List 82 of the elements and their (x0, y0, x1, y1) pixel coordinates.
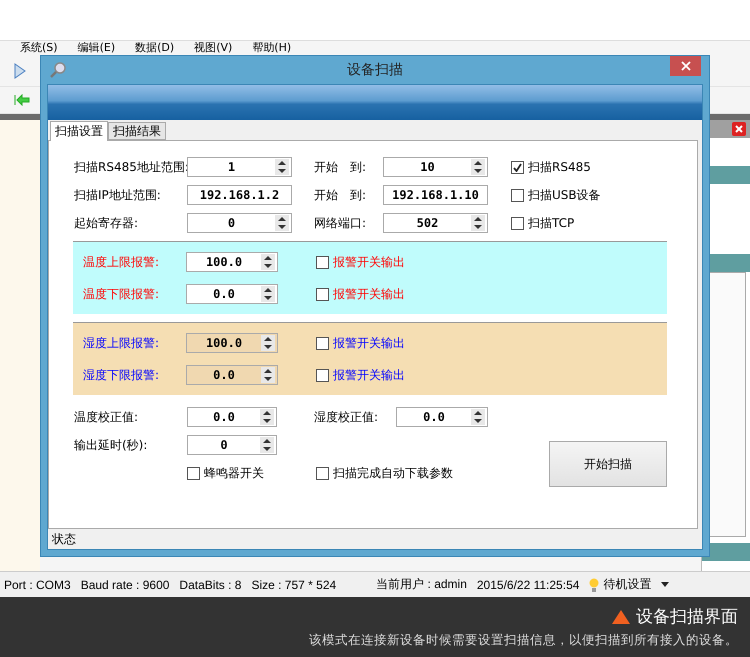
caret-icon[interactable] (661, 582, 670, 587)
mode-dropdown[interactable]: 待机设置 (603, 576, 652, 593)
spinner-arrows-icon[interactable] (471, 409, 485, 425)
spinner-arrows-icon[interactable] (260, 409, 274, 425)
menu-item[interactable]: 数据(D) (135, 41, 174, 54)
checkbox[interactable] (511, 216, 524, 230)
spin-field[interactable]: 0 (187, 435, 277, 455)
checkbox-option[interactable]: 报警开关输出 (316, 334, 405, 352)
field-label: 温度校正值: (74, 408, 140, 426)
field-label: 网络端口: (314, 214, 368, 232)
triangle-icon (612, 610, 630, 624)
spinner-arrows-icon[interactable] (261, 286, 275, 302)
caption-title: 设备扫描界面 (636, 606, 738, 628)
field-label: 湿度校正值: (314, 408, 380, 426)
field-label: 开始 到: (314, 158, 368, 176)
status-text: Size : 757 * 524 (251, 578, 336, 592)
spinner-arrows-icon[interactable] (261, 367, 275, 383)
checkbox-option[interactable]: 蜂鸣器开关 (187, 464, 316, 482)
start-scan-button[interactable]: 开始扫描 (549, 441, 667, 487)
spin-field[interactable]: 0.0 (187, 407, 277, 427)
field-label: 湿度下限报警: (83, 366, 160, 384)
status-text: Port : COM3 (4, 578, 71, 592)
spinner-arrows-icon[interactable] (471, 215, 485, 231)
menu-item[interactable]: 系统(S) (20, 41, 58, 54)
checkbox[interactable] (316, 256, 329, 268)
checkbox-option[interactable]: 扫描USB设备 (511, 186, 601, 204)
menu-item[interactable]: 帮助(H) (252, 41, 292, 54)
status-text: 状态 (51, 530, 77, 548)
status-text: Baud rate : 9600 (80, 578, 170, 592)
field-label: 扫描IP地址范围: (74, 186, 162, 204)
caption-text: 该模式在连接新设备时候需要设置扫描信息，以便扫描到所有接入的设备。 (309, 632, 738, 649)
checkbox[interactable] (511, 160, 524, 174)
status-text: DataBits : 8 (179, 578, 242, 592)
tab[interactable]: 扫描结果 (108, 122, 166, 140)
arrow-left-icon[interactable] (14, 94, 30, 106)
play-icon[interactable] (14, 63, 26, 79)
checkbox-option[interactable]: 扫描RS485 (511, 158, 591, 176)
lightbulb-icon (589, 576, 600, 592)
spin-field[interactable]: 1 (187, 157, 292, 177)
spinner-arrows-icon[interactable] (275, 215, 289, 231)
spin-field[interactable]: 100.0 (186, 252, 278, 272)
spinner-arrows-icon[interactable] (261, 254, 275, 270)
field-label: 起始寄存器: (74, 214, 140, 232)
field-label: 开始 到: (314, 186, 368, 204)
spin-field[interactable]: 10 (383, 157, 488, 177)
checkbox-option[interactable]: 扫描TCP (511, 214, 574, 232)
spin-field[interactable]: 0.0 (186, 284, 278, 304)
close-button[interactable] (670, 56, 701, 76)
field-label: 湿度上限报警: (83, 334, 160, 352)
checkbox[interactable] (187, 466, 200, 480)
checkbox[interactable] (511, 188, 524, 202)
field-label: 输出延时(秒): (74, 436, 148, 454)
spinner-arrows-icon[interactable] (275, 159, 289, 175)
spin-field[interactable]: 100.0 (186, 333, 278, 353)
checkbox[interactable] (316, 368, 329, 382)
spinner-arrows-icon[interactable] (260, 437, 274, 453)
window-title: 设备扫描 (347, 61, 403, 79)
status-text: 2015/6/22 11:25:54 (476, 578, 580, 592)
menu-item[interactable]: 视图(V) (194, 41, 232, 54)
spin-field[interactable]: 0.0 (396, 407, 488, 427)
field-label: 温度上限报警: (83, 254, 160, 270)
spin-field[interactable]: 0.0 (186, 365, 278, 385)
checkbox[interactable] (316, 466, 329, 480)
spinner-arrows-icon[interactable] (471, 159, 485, 175)
close-icon[interactable] (732, 122, 746, 136)
menu-item[interactable]: 编辑(E) (78, 41, 116, 54)
search-icon (49, 61, 67, 79)
checkbox-option[interactable]: 报警开关输出 (316, 254, 405, 270)
checkbox-option[interactable]: 报警开关输出 (316, 366, 405, 384)
spinner-arrows-icon[interactable] (261, 335, 275, 351)
checkbox-option[interactable]: 扫描完成自动下载参数 (316, 464, 453, 482)
status-text: 当前用户 : admin (376, 576, 467, 593)
checkbox[interactable] (316, 336, 329, 350)
checkbox[interactable] (316, 288, 329, 300)
input-field[interactable]: 192.168.1.2 (187, 185, 292, 205)
checkbox-option[interactable]: 报警开关输出 (316, 286, 405, 302)
close-icon (680, 61, 690, 71)
spin-field[interactable]: 502 (383, 213, 488, 233)
spin-field[interactable]: 0 (187, 213, 292, 233)
tab[interactable]: 扫描设置 (50, 121, 108, 141)
field-label: 温度下限报警: (83, 286, 160, 302)
input-field[interactable]: 192.168.1.10 (383, 185, 488, 205)
